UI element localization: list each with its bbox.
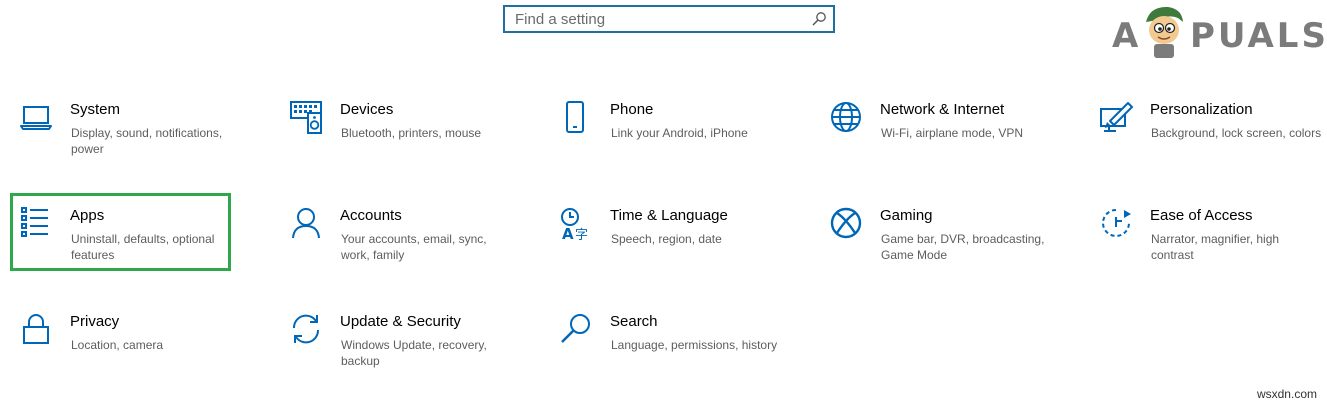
tile-phone[interactable]: Phone Link your Android, iPhone	[560, 101, 820, 171]
tile-devices[interactable]: Devices Bluetooth, printers, mouse	[290, 101, 550, 171]
logo-text-left: A	[1112, 16, 1142, 56]
svg-text:A: A	[562, 225, 574, 243]
tile-title: Time & Language	[610, 207, 728, 224]
tile-privacy[interactable]: Privacy Location, camera	[20, 313, 280, 383]
tile-description: Location, camera	[71, 338, 164, 352]
paint-brush-icon	[1100, 102, 1133, 132]
tile-title: Gaming	[880, 207, 933, 224]
tile-title: System	[70, 101, 121, 118]
tile-description: Display, sound, notifications, power	[71, 126, 223, 156]
tile-description: Link your Android, iPhone	[611, 126, 748, 140]
tile-title: Ease of Access	[1150, 207, 1253, 224]
laptop-icon	[20, 106, 52, 130]
tile-title: Apps	[70, 207, 105, 224]
tile-description: Bluetooth, printers, mouse	[341, 126, 482, 140]
tile-title: Personalization	[1150, 101, 1253, 118]
tile-description: Background, lock screen, colors	[1151, 126, 1322, 140]
tile-system[interactable]: System Display, sound, notifications, po…	[20, 101, 280, 171]
search-input[interactable]	[505, 7, 815, 31]
tile-ease-of-access[interactable]: Ease of Access Narrator, magnifier, high…	[1100, 207, 1327, 277]
tile-description: Speech, region, date	[611, 232, 722, 246]
logo-mascot-icon	[1146, 6, 1183, 58]
tile-title: Accounts	[340, 207, 402, 224]
person-icon	[292, 208, 320, 239]
ease-of-access-icon	[1102, 209, 1131, 237]
svg-text:字: 字	[575, 228, 588, 243]
tile-personalization[interactable]: Personalization Background, lock screen,…	[1100, 101, 1327, 171]
time-language-icon: A 字	[561, 208, 588, 243]
tile-title: Search	[610, 313, 658, 330]
tile-search[interactable]: Search Language, permissions, history	[560, 313, 820, 383]
tile-description: Wi-Fi, airplane mode, VPN	[881, 126, 1024, 140]
tile-description: Your accounts, email, sync, work, family	[341, 232, 487, 262]
tile-title: Update & Security	[340, 313, 461, 330]
apps-list-icon	[21, 207, 48, 237]
tile-title: Network & Internet	[880, 101, 1005, 118]
tile-gaming[interactable]: Gaming Game bar, DVR, broadcasting, Game…	[830, 207, 1090, 277]
search-box[interactable]	[503, 5, 835, 33]
tile-title: Devices	[340, 101, 394, 118]
tile-accounts[interactable]: Accounts Your accounts, email, sync, wor…	[290, 207, 550, 277]
tile-description: Uninstall, defaults, optional features	[71, 232, 215, 262]
tile-time-language[interactable]: A 字 Time & Language Speech, region, date	[560, 207, 820, 277]
tile-apps[interactable]: Apps Uninstall, defaults, optional featu…	[20, 207, 280, 277]
lock-icon	[23, 314, 49, 344]
tile-description: Game bar, DVR, broadcasting, Game Mode	[881, 232, 1045, 262]
tile-title: Phone	[610, 101, 654, 118]
tile-description: Language, permissions, history	[611, 338, 778, 352]
appuals-logo: A PUALS	[1112, 4, 1326, 60]
sync-arrows-icon	[292, 314, 320, 344]
watermark-text: wsxdn.com	[1256, 387, 1317, 401]
xbox-icon	[830, 207, 862, 239]
logo-text-right: PUALS	[1190, 16, 1327, 56]
tile-network-internet[interactable]: Network & Internet Wi-Fi, airplane mode,…	[830, 101, 1090, 171]
tile-description: Narrator, magnifier, high contrast	[1151, 232, 1280, 262]
tile-update-security[interactable]: Update & Security Windows Update, recove…	[290, 313, 550, 383]
tile-title: Privacy	[70, 313, 120, 330]
phone-icon	[566, 101, 584, 133]
search-icon[interactable]	[811, 11, 827, 27]
tile-description: Windows Update, recovery, backup	[341, 338, 487, 368]
globe-icon	[831, 102, 861, 132]
magnifier-icon	[561, 314, 590, 343]
keyboard-speaker-icon	[290, 101, 322, 134]
